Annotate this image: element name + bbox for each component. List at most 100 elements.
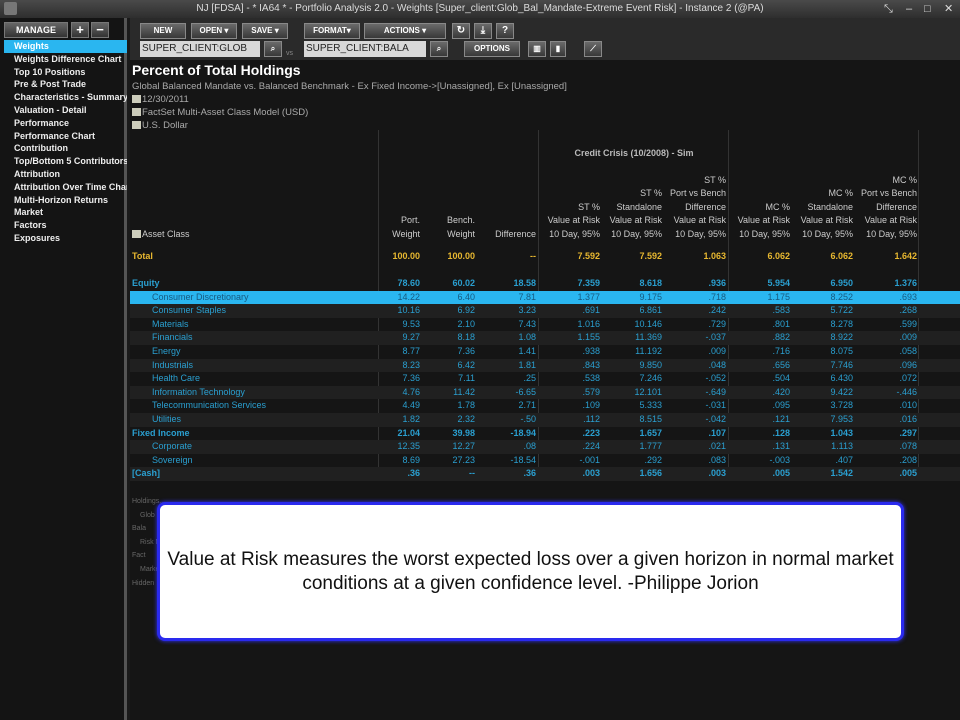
table-row[interactable]: Telecommunication Services 4.49 1.78 2.71 .1… [130, 399, 960, 413]
cell-value: .297 [899, 427, 917, 438]
table-row[interactable]: Total 100.00 100.00 -- 7.592 7.592 1.063 6.062 6… [130, 250, 960, 264]
cell-value: 6.062 [767, 251, 790, 261]
cell-value: 7.746 [830, 359, 853, 370]
table-row[interactable]: Consumer Staples 10.16 6.92 3.23 .691 6.861 .2… [130, 304, 960, 318]
caption-overlay: Value at Risk measures the worst expecte… [157, 502, 904, 641]
cell-value: 1.78 [457, 400, 475, 411]
table-row[interactable]: Materials 9.53 2.10 7.43 1.016 10.146 .729 .801… [130, 318, 960, 332]
actions-button[interactable]: ACTIONS ▾ [364, 23, 446, 39]
footnote-line: Fact [132, 552, 146, 560]
cell-value: .003 [582, 468, 600, 479]
table-row[interactable]: Information Technology 4.76 11.42 -6.65 .579… [130, 385, 960, 400]
table-row[interactable]: Fixed Income 21.04 39.98 -18.94 .223 1.657 .10… [130, 427, 960, 441]
sidebar-item[interactable]: Weights [4, 40, 127, 53]
add-button[interactable]: + [71, 22, 89, 38]
sidebar-item[interactable]: Weights Difference Chart [4, 53, 127, 66]
column-header[interactable]: MC % Port vs Bench Difference Value at R… [817, 174, 917, 242]
row-label: Consumer Staples [152, 305, 227, 316]
report-date[interactable]: 12/30/2011 [132, 94, 189, 105]
cell-value: .048 [708, 359, 726, 370]
portfolio-search-icon[interactable]: ⌕ [264, 41, 282, 57]
split-icon[interactable]: ▮ [550, 41, 566, 57]
cell-value: 1.376 [894, 278, 917, 288]
sidebar-item[interactable]: Attribution Over Time Chart [4, 181, 127, 194]
cell-value: 12.27 [452, 441, 475, 452]
cell-value: 9.175 [639, 291, 662, 302]
table-row[interactable]: Equity 78.60 60.02 18.58 7.359 8.618 .936 5.954… [130, 277, 960, 291]
save-button[interactable]: SAVE ▾ [242, 23, 288, 39]
cell-value: 6.950 [830, 278, 853, 288]
table-row[interactable]: Sovereign 8.69 27.23 -18.54 -.001 .292 .083 -.0… [130, 454, 960, 468]
cell-value: .36 [523, 468, 536, 479]
table-row[interactable]: Financials 9.27 8.18 1.08 1.155 11.369 -.037 .8… [130, 331, 960, 345]
minimize-icon[interactable]: – [906, 0, 912, 18]
refresh-button[interactable]: ↻ [452, 23, 470, 39]
table-row[interactable]: Industrials 8.23 6.42 1.81 .843 9.850 .048 .656… [130, 358, 960, 373]
currency[interactable]: U.S. Dollar [132, 120, 188, 131]
cell-value: .208 [899, 454, 917, 465]
table-row[interactable]: Corporate 12.35 12.27 .08 .224 1.777 .021 .131 1… [130, 440, 960, 454]
cell-value: .538 [582, 373, 600, 384]
table-row[interactable]: Utilities 1.82 2.32 -.50 .112 8.515 -.042 .121 7… [130, 413, 960, 427]
cell-value: -.50 [520, 414, 536, 424]
table-row[interactable]: Health Care 7.36 7.11 .25 .538 7.246 -.052 .504… [130, 372, 960, 386]
row-label: Fixed Income [132, 427, 190, 438]
benchmark-search-icon[interactable]: ⌕ [430, 41, 448, 57]
expand-icon[interactable] [132, 229, 141, 238]
column-header-asset-class[interactable]: Asset Class [132, 228, 190, 242]
table-row[interactable]: [Cash] .36 -- .36 .003 1.656 .003 .005 1.542 .005 [130, 467, 960, 481]
cell-value: 5.954 [767, 278, 790, 288]
cell-value: 8.252 [830, 291, 853, 302]
cell-value: 1.016 [577, 318, 600, 329]
sidebar-item[interactable]: Contribution [4, 142, 127, 155]
new-button[interactable]: NEW [140, 23, 186, 39]
sidebar-item[interactable]: Characteristics - Summary [4, 91, 127, 104]
cell-value: .693 [899, 291, 917, 302]
chart-icon[interactable]: ⟋ [584, 41, 602, 57]
cell-value: 10.16 [397, 305, 420, 316]
cell-value: 1.777 [639, 441, 662, 452]
close-icon[interactable]: ✕ [944, 0, 953, 18]
table-row[interactable]: Energy 8.77 7.36 1.41 .938 11.192 .009 .716 8.07… [130, 345, 960, 359]
risk-model[interactable]: FactSet Multi-Asset Class Model (USD) [132, 107, 308, 118]
sidebar-item[interactable]: Pre & Post Trade [4, 78, 127, 91]
model-icon [132, 108, 141, 116]
sidebar-item[interactable]: Valuation - Detail [4, 104, 127, 117]
help-button[interactable]: ? [496, 23, 514, 39]
cell-value: .131 [772, 441, 790, 452]
footnote-line: Bala [132, 525, 147, 533]
cell-value: 4.49 [402, 400, 420, 411]
sidebar-item[interactable]: Exposures [4, 232, 127, 245]
row-label: Telecommunication Services [152, 400, 267, 411]
sidebar-item[interactable]: Market [4, 206, 127, 219]
download-button[interactable]: ⤓ [474, 23, 492, 39]
open-button[interactable]: OPEN ▾ [191, 23, 237, 39]
sidebar-item[interactable]: Multi-Horizon Returns [4, 194, 127, 207]
currency-text: U.S. Dollar [142, 120, 188, 131]
sidebar-item[interactable]: Factors [4, 219, 127, 232]
restore-icon[interactable]: ⤡ [884, 0, 893, 18]
portfolio-select[interactable]: SUPER_CLIENT:GLOB [140, 41, 260, 57]
benchmark-select[interactable]: SUPER_CLIENT:BALA [304, 41, 426, 57]
cell-value: .005 [899, 468, 917, 479]
sidebar-item[interactable]: Performance [4, 117, 127, 130]
cell-value: .095 [772, 400, 790, 411]
sidebar-item[interactable]: Top/Bottom 5 Contributors [4, 155, 127, 168]
remove-button[interactable]: − [91, 22, 109, 38]
cell-value: 1.043 [830, 427, 853, 438]
cell-value: 6.40 [457, 291, 475, 302]
format-button[interactable]: FORMAT▾ [304, 23, 360, 39]
cell-value: -.052 [705, 373, 726, 384]
sidebar-item[interactable]: Top 10 Positions [4, 66, 127, 79]
cell-value: 1.542 [830, 468, 853, 479]
sidebar-item[interactable]: Performance Chart [4, 130, 127, 143]
layout-icon[interactable]: ▥ [528, 41, 546, 57]
options-button[interactable]: OPTIONS [464, 41, 520, 57]
cell-value: 6.062 [830, 251, 853, 261]
cell-value: 1.81 [518, 359, 536, 370]
manage-button[interactable]: MANAGE [4, 22, 68, 38]
cell-value: .36 [407, 468, 420, 479]
maximize-icon[interactable]: □ [924, 0, 931, 18]
sidebar-item[interactable]: Attribution [4, 168, 127, 181]
table-row[interactable]: Consumer Discretionary 14.22 6.40 7.81 1.377… [130, 290, 960, 305]
